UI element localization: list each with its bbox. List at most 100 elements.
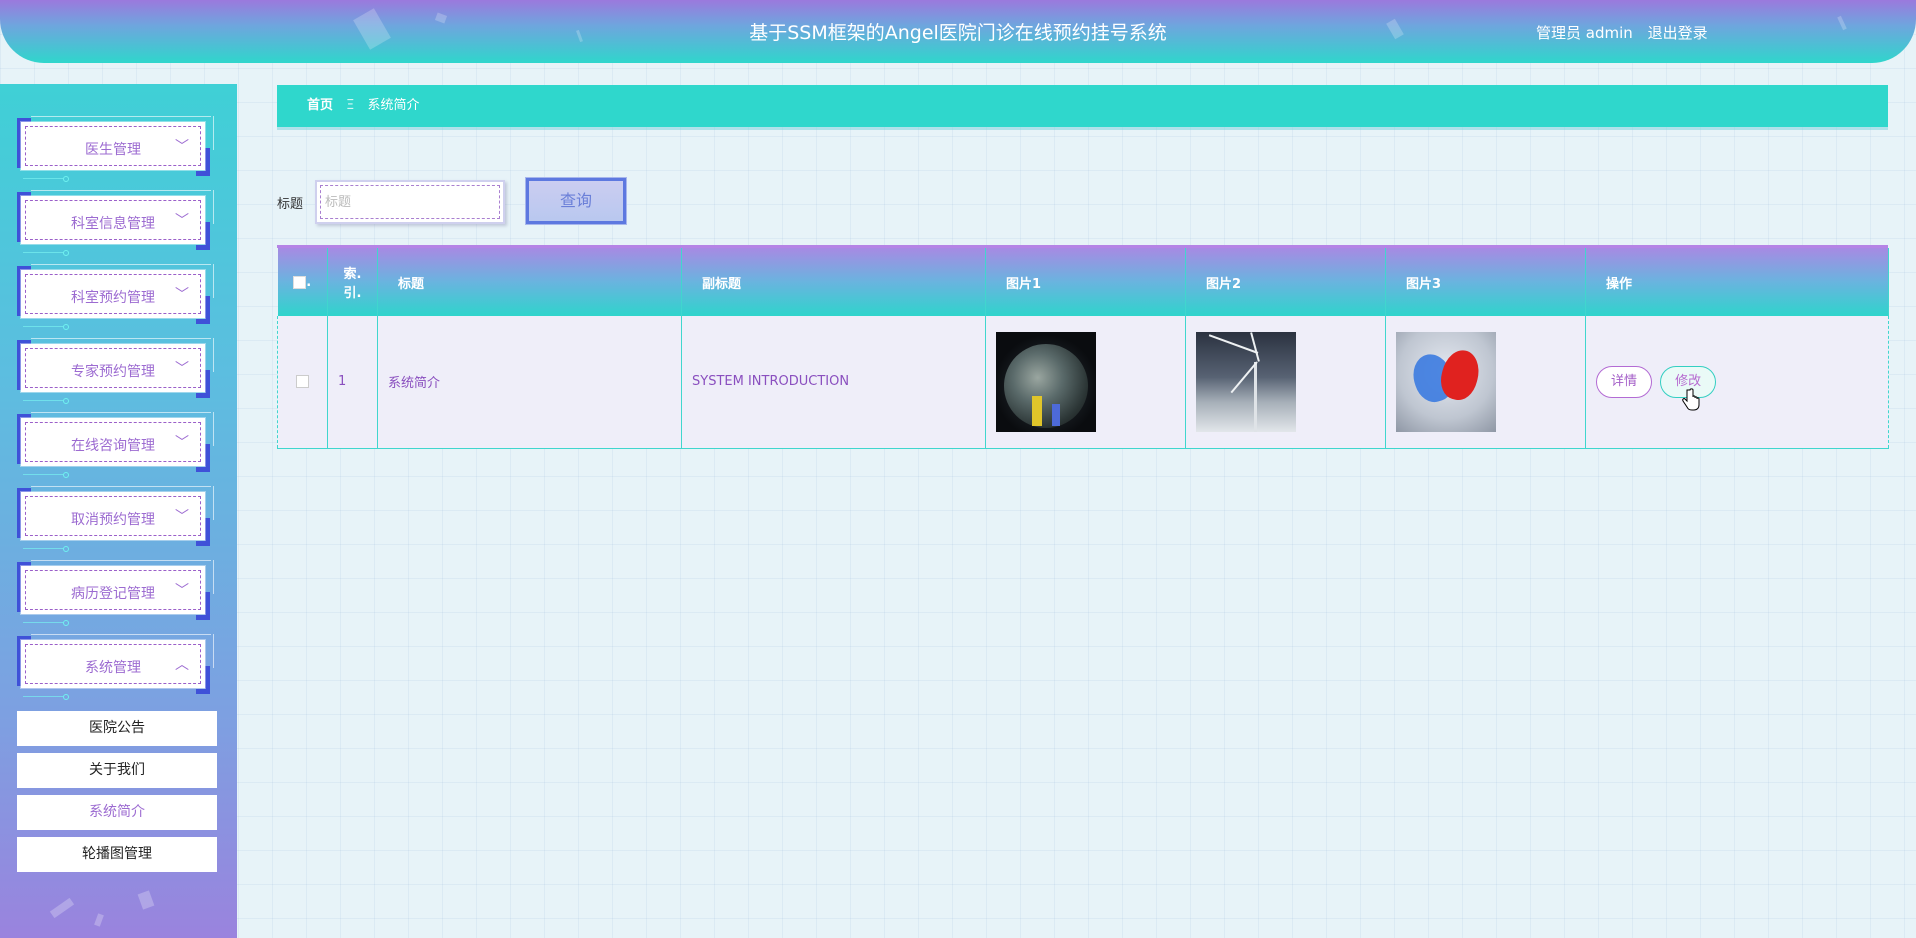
menu-button-box[interactable]: 病历登记管理 ﹀	[21, 566, 205, 614]
sidebar: 医生管理 ﹀ 科室信息管理 ﹀ 科室预约管理 ﹀ 专家预约管理 ﹀ 在线咨询管理…	[0, 84, 237, 938]
sidebar-item-cancel-appointment[interactable]: 取消预约管理 ﹀	[17, 486, 214, 552]
menu-frame-line	[31, 412, 211, 413]
sidebar-item-expert-appointment[interactable]: 专家预约管理 ﹀	[17, 338, 214, 404]
breadcrumb: 首页 Ξ 系统简介	[277, 85, 1888, 127]
row-select-cell	[277, 316, 328, 449]
menu-frame-line	[213, 560, 214, 594]
column-header-index: 索. 引.	[327, 248, 378, 316]
submenu-system-intro[interactable]: 系统简介	[17, 795, 217, 830]
detail-button[interactable]: 详情	[1596, 365, 1653, 398]
header-decoration	[434, 12, 448, 24]
menu-frame-node	[63, 546, 69, 552]
top-header: 基于SSM框架的Angel医院门诊在线预约挂号系统 管理员 admin 退出登录	[0, 0, 1916, 63]
chevron-down-icon: ﹀	[175, 287, 189, 303]
row-subtitle: SYSTEM INTRODUCTION	[681, 316, 986, 449]
menu-frame-line	[23, 548, 63, 549]
user-label: 管理员 admin	[1536, 24, 1633, 42]
header-decoration	[1386, 18, 1404, 40]
menu-frame-node	[63, 472, 69, 478]
menu-frame-line	[23, 400, 63, 401]
hand-cursor-icon	[1682, 388, 1700, 411]
header-decoration	[1837, 15, 1847, 31]
sidebar-decoration	[49, 897, 75, 919]
index-header-line: 引.	[343, 286, 362, 301]
menu-button-box[interactable]: 科室信息管理 ﹀	[21, 196, 205, 244]
menu-frame-node	[63, 694, 69, 700]
wind-turbine-image	[1196, 331, 1296, 432]
breadcrumb-separator-icon: Ξ	[346, 98, 355, 113]
menu-frame-line	[23, 474, 63, 475]
menu-frame-node	[63, 176, 69, 182]
sidebar-item-system-management[interactable]: 系统管理 ︿	[17, 634, 214, 700]
menu-button-box[interactable]: 在线咨询管理 ﹀	[21, 418, 205, 466]
menu-frame-line	[31, 190, 211, 191]
column-header-actions: 操作	[1585, 248, 1889, 316]
column-header-subtitle: 副标题	[681, 248, 986, 316]
menu-frame-line	[23, 326, 63, 327]
chevron-down-icon: ﹀	[175, 139, 189, 155]
column-header-image3: 图片3	[1385, 248, 1586, 316]
submenu-hospital-notice[interactable]: 医院公告	[17, 711, 217, 746]
menu-button-box[interactable]: 取消预约管理 ﹀	[21, 492, 205, 540]
header-decoration	[353, 8, 391, 50]
sidebar-item-doctor-management[interactable]: 医生管理 ﹀	[17, 116, 214, 182]
row-image3-cell	[1385, 316, 1586, 449]
submenu-about-us[interactable]: 关于我们	[17, 753, 217, 788]
menu-frame-line	[23, 696, 63, 697]
menu-frame-line	[31, 338, 211, 339]
menu-frame-line	[213, 264, 214, 298]
menu-frame-line	[213, 116, 214, 150]
chevron-down-icon: ﹀	[175, 213, 189, 229]
column-header-image2: 图片2	[1185, 248, 1386, 316]
breadcrumb-current: 系统简介	[367, 98, 420, 113]
user-area: 管理员 admin 退出登录	[1536, 22, 1718, 43]
sidebar-item-online-consultation[interactable]: 在线咨询管理 ﹀	[17, 412, 214, 478]
menu-button-box[interactable]: 专家预约管理 ﹀	[21, 344, 205, 392]
sidebar-decoration	[137, 890, 155, 910]
menu-frame-node	[63, 324, 69, 330]
row-index: 1	[327, 316, 378, 449]
hearts-image	[1396, 331, 1496, 432]
menu-frame-line	[213, 486, 214, 520]
search-input-frame	[315, 180, 505, 224]
chevron-up-icon: ︿	[175, 657, 189, 673]
sidebar-decoration	[94, 913, 104, 927]
logout-link[interactable]: 退出登录	[1648, 24, 1708, 42]
search-button[interactable]: 查询	[525, 177, 627, 225]
header-decoration	[576, 29, 583, 43]
sidebar-item-department-appointment[interactable]: 科室预约管理 ﹀	[17, 264, 214, 330]
menu-frame-line	[23, 178, 63, 179]
row-image2-cell	[1185, 316, 1386, 449]
chevron-down-icon: ﹀	[175, 435, 189, 451]
data-table: . 索. 引. 标题 副标题 图片1 图片2 图片3 操作 1 系统简介 SYS…	[277, 245, 1889, 449]
submenu-carousel-management[interactable]: 轮播图管理	[17, 837, 217, 872]
menu-frame-line	[213, 190, 214, 224]
sidebar-item-department-info[interactable]: 科室信息管理 ﹀	[17, 190, 214, 256]
table-header-row: . 索. 引. 标题 副标题 图片1 图片2 图片3 操作	[277, 248, 1889, 316]
earth-figures-image	[996, 331, 1096, 432]
menu-frame-node	[63, 398, 69, 404]
menu-frame-line	[23, 622, 63, 623]
row-image1-cell	[985, 316, 1186, 449]
menu-button-box[interactable]: 系统管理 ︿	[21, 640, 205, 688]
menu-frame-line	[31, 560, 211, 561]
chevron-down-icon: ﹀	[175, 509, 189, 525]
search-input[interactable]	[325, 190, 493, 214]
column-header-title: 标题	[377, 248, 682, 316]
search-label: 标题	[277, 197, 304, 212]
breadcrumb-home[interactable]: 首页	[307, 98, 333, 113]
menu-button-box[interactable]: 医生管理 ﹀	[21, 122, 205, 170]
row-title: 系统简介	[377, 316, 682, 449]
menu-frame-line	[213, 412, 214, 446]
sidebar-item-medical-records[interactable]: 病历登记管理 ﹀	[17, 560, 214, 626]
menu-frame-node	[63, 620, 69, 626]
menu-button-box[interactable]: 科室预约管理 ﹀	[21, 270, 205, 318]
menu-frame-line	[31, 634, 211, 635]
chevron-down-icon: ﹀	[175, 361, 189, 377]
select-all-checkbox[interactable]	[293, 275, 307, 289]
row-checkbox[interactable]	[296, 375, 309, 389]
table-row: 1 系统简介 SYSTEM INTRODUCTION 详情 修改	[277, 316, 1889, 449]
app-title: 基于SSM框架的Angel医院门诊在线预约挂号系统	[749, 22, 1167, 44]
select-all-cell: .	[277, 248, 328, 316]
menu-frame-node	[63, 250, 69, 256]
